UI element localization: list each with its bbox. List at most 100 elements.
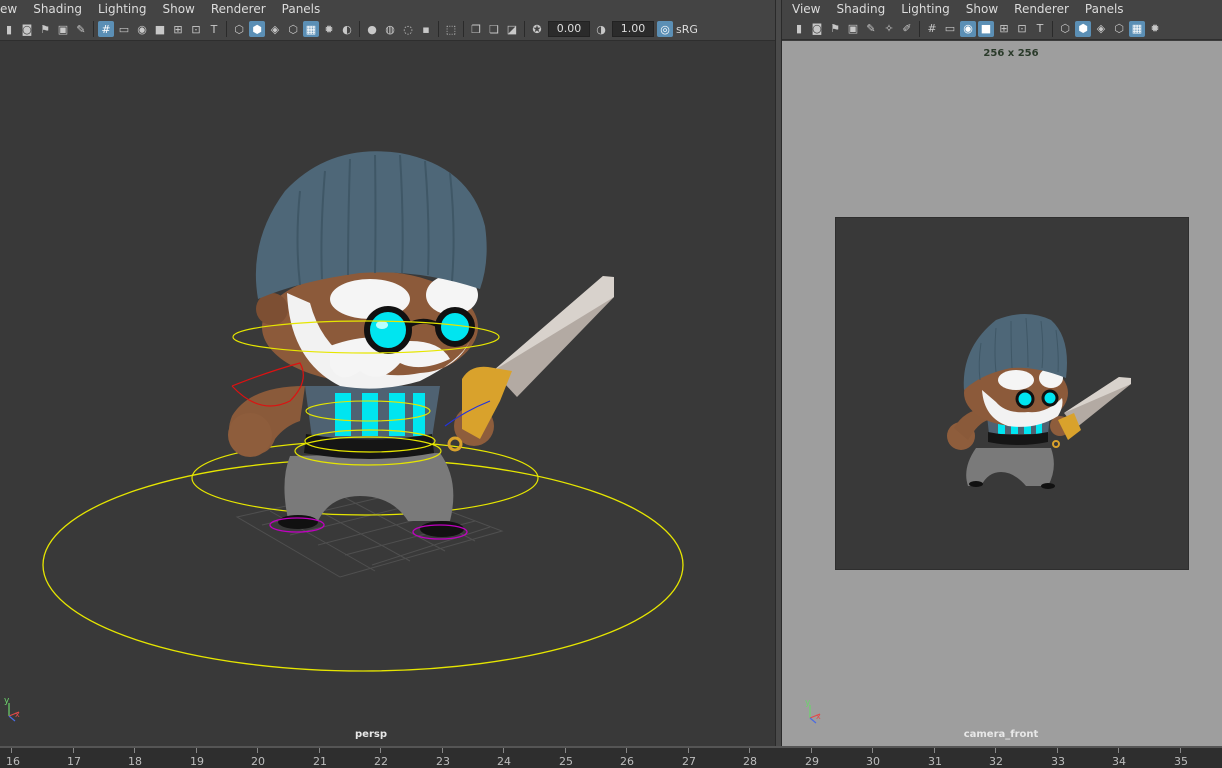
smooth-shade-icon[interactable]: ⬢ xyxy=(1075,20,1091,37)
depth-of-field-icon[interactable]: ▪ xyxy=(418,21,434,37)
resolution-gate-icon[interactable]: ◉ xyxy=(134,21,150,37)
grease-pencil-icon[interactable]: ✎ xyxy=(73,21,89,37)
camera-attributes-icon[interactable]: ◙ xyxy=(809,21,825,37)
tick-mark xyxy=(565,748,566,753)
frame-tick-label: 16 xyxy=(6,755,20,768)
xray-icon[interactable]: ❐ xyxy=(468,21,484,37)
select-camera-icon[interactable]: ▮ xyxy=(791,21,807,37)
field-chart-icon[interactable]: ⊞ xyxy=(996,21,1012,37)
use-all-lights-icon[interactable]: ✹ xyxy=(1147,21,1163,37)
xray-joints-icon[interactable]: ◪ xyxy=(504,21,520,37)
smooth-shade-icon[interactable]: ⬢ xyxy=(249,21,265,37)
menu-lighting[interactable]: Lighting xyxy=(90,0,155,18)
exposure-icon[interactable]: ✪ xyxy=(529,21,545,37)
tick-mark xyxy=(995,748,996,753)
shirt-stripe xyxy=(389,393,405,436)
frame-tick-label: 27 xyxy=(682,755,696,768)
select-camera-icon[interactable]: ▮ xyxy=(1,21,17,37)
menu-shading[interactable]: Shading xyxy=(828,0,893,18)
axis-y-label: y xyxy=(805,698,811,708)
camera-front-scene xyxy=(947,314,1131,489)
wireframe-icon[interactable]: ⬡ xyxy=(1057,21,1073,37)
gamma-field[interactable]: 1.00 xyxy=(612,21,654,37)
tick-mark xyxy=(688,748,689,753)
wireframe-icon[interactable]: ⬡ xyxy=(231,21,247,37)
resolution-gate-icon[interactable]: ◉ xyxy=(960,20,976,37)
menu-lighting[interactable]: Lighting xyxy=(893,0,958,18)
isolate-icon[interactable]: ✧ xyxy=(881,21,897,37)
wireframe-on-shaded-icon[interactable]: ⬡ xyxy=(1111,21,1127,37)
gate-mask-icon[interactable]: ■ xyxy=(152,21,168,37)
menu-shading[interactable]: Shading xyxy=(25,0,90,18)
exposure-field[interactable]: 0.00 xyxy=(548,21,590,37)
frame-tick-label: 35 xyxy=(1174,755,1188,768)
time-slider[interactable]: 16 17 18 19 20 21 22 23 24 25 26 27 28 2… xyxy=(0,746,1222,768)
isolate-select-icon[interactable]: ⬚ xyxy=(443,21,459,37)
frame-tick-label: 21 xyxy=(313,755,327,768)
film-gate-icon[interactable]: ▭ xyxy=(116,21,132,37)
screen-space-ao-icon[interactable]: ● xyxy=(364,21,380,37)
left-menubar: ew Shading Lighting Show Renderer Panels xyxy=(0,0,775,18)
frame-tick-label: 26 xyxy=(620,755,634,768)
paint-icon[interactable]: ✐ xyxy=(899,21,915,37)
use-default-material-icon[interactable]: ◈ xyxy=(1093,21,1109,37)
textured-icon[interactable]: ▦ xyxy=(303,21,319,37)
image-plane-icon[interactable]: ▣ xyxy=(55,21,71,37)
motion-blur-icon[interactable]: ◍ xyxy=(382,21,398,37)
separator xyxy=(359,21,360,37)
wireframe-on-shaded-icon[interactable]: ⬡ xyxy=(285,21,301,37)
menu-renderer[interactable]: Renderer xyxy=(203,0,274,18)
color-space-label[interactable]: sRG xyxy=(676,23,698,36)
textured-icon[interactable]: ▦ xyxy=(1129,20,1145,37)
right-boot xyxy=(420,521,464,537)
shadows-icon[interactable]: ◐ xyxy=(339,21,355,37)
safe-title-icon[interactable]: T xyxy=(1032,21,1048,37)
menu-view[interactable]: View xyxy=(784,0,828,18)
sword-pommel xyxy=(447,436,463,452)
menu-view[interactable]: ew xyxy=(0,0,25,18)
pants xyxy=(966,448,1054,486)
grease-pencil-icon[interactable]: ✎ xyxy=(863,21,879,37)
panel-divider[interactable] xyxy=(775,0,782,746)
use-all-lights-icon[interactable]: ✹ xyxy=(321,21,337,37)
glasses-highlight xyxy=(376,321,388,329)
grid-icon[interactable]: # xyxy=(98,21,114,37)
tick-mark xyxy=(380,748,381,753)
character-model[interactable] xyxy=(228,151,614,537)
xray-active-icon[interactable]: ❏ xyxy=(486,21,502,37)
menu-panels[interactable]: Panels xyxy=(1077,0,1132,18)
safe-action-icon[interactable]: ⊡ xyxy=(188,21,204,37)
camera-attributes-icon[interactable]: ◙ xyxy=(19,21,35,37)
menu-renderer[interactable]: Renderer xyxy=(1006,0,1077,18)
tick-mark xyxy=(73,748,74,753)
frame-tick-label: 29 xyxy=(805,755,819,768)
perspective-scene: y x xyxy=(4,151,684,722)
gamma-icon[interactable]: ◑ xyxy=(593,21,609,37)
camera-front-viewport[interactable]: 256 x 256 y x camera_front xyxy=(782,41,1222,746)
tick-mark xyxy=(749,748,750,753)
use-default-material-icon[interactable]: ◈ xyxy=(267,21,283,37)
anti-aliasing-icon[interactable]: ◌ xyxy=(400,21,416,37)
bookmark-icon[interactable]: ⚑ xyxy=(37,21,53,37)
perspective-viewport[interactable]: y x persp xyxy=(0,41,775,746)
character-model-front[interactable] xyxy=(947,314,1131,489)
separator xyxy=(919,20,920,37)
separator xyxy=(1052,20,1053,37)
separator xyxy=(463,21,464,37)
menu-show[interactable]: Show xyxy=(154,0,202,18)
safe-action-icon[interactable]: ⊡ xyxy=(1014,21,1030,37)
resolution-label: 256 x 256 xyxy=(983,48,1039,59)
axis-gizmo: y x xyxy=(805,698,821,724)
separator xyxy=(93,21,94,37)
menu-panels[interactable]: Panels xyxy=(274,0,329,18)
safe-title-icon[interactable]: T xyxy=(206,21,222,37)
gate-mask-icon[interactable]: ■ xyxy=(978,20,994,37)
field-chart-icon[interactable]: ⊞ xyxy=(170,21,186,37)
grid-icon[interactable]: # xyxy=(924,21,940,37)
bookmark-icon[interactable]: ⚑ xyxy=(827,21,843,37)
view-transform-icon[interactable]: ◎ xyxy=(657,21,673,37)
image-plane-icon[interactable]: ▣ xyxy=(845,21,861,37)
menu-show[interactable]: Show xyxy=(958,0,1006,18)
film-gate-icon[interactable]: ▭ xyxy=(942,21,958,37)
tick-mark xyxy=(442,748,443,753)
